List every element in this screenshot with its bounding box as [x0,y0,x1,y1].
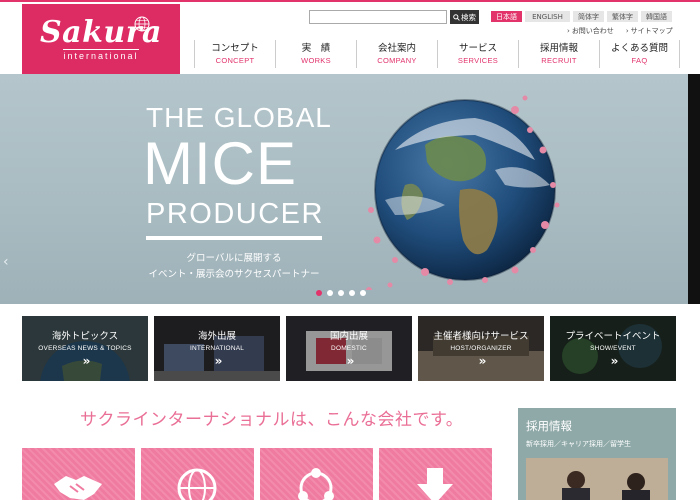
feature-card-cycle[interactable] [260,448,373,500]
double-chevron-right-icon: » [478,354,487,369]
tile-label-jp: 国内出展 [329,331,368,342]
slider-pagination [316,290,366,296]
globe-network-icon [177,468,217,500]
nav-label-en: SERVICES [457,56,499,66]
lang-japanese[interactable]: 日本語 [491,11,522,22]
tile-label-en: INTERNATIONAL [189,345,245,353]
hero-tagline-2: イベント・展示会のサクセスパートナー [148,269,320,280]
hero-tagline-1: グローバルに展開する [186,253,282,264]
double-chevron-right-icon: » [82,354,91,369]
nav-services[interactable]: サービス SERVICES [437,40,518,68]
nav-recruit[interactable]: 採用情報 RECRUIT [518,40,599,68]
nav-faq[interactable]: よくある質問 FAQ [599,40,680,68]
search-bar: 検索 [309,10,479,24]
lang-korean[interactable]: 韓国語 [641,11,672,22]
recruit-photo [526,458,668,500]
feature-cards [22,448,492,500]
feature-card-download[interactable] [379,448,492,500]
nav-company[interactable]: 会社案内 COMPANY [356,40,437,68]
tile-domestic[interactable]: 国内出展 DOMESTIC » [286,316,412,381]
nav-label-jp: 採用情報 [539,42,578,54]
search-button-label: 検索 [461,12,476,22]
slider-dot[interactable] [349,290,355,296]
search-icon [453,13,460,21]
lang-traditional-chinese[interactable]: 繁体字 [607,11,638,22]
nav-concept[interactable]: コンセプト CONCEPT [194,40,275,68]
nav-label-en: RECRUIT [541,56,577,66]
tile-international[interactable]: 海外出展 INTERNATIONAL » [154,316,280,381]
nav-label-en: FAQ [631,56,648,66]
tile-label-jp: 海外トピックス [51,331,119,342]
category-tiles: 海外トピックス OVERSEAS NEWS & TOPICS » 海外出展 IN… [22,316,676,381]
hero-headline-line3: PRODUCER [146,198,324,230]
recruit-subtitle: 新卒採用／キャリア採用／留学生 [526,440,631,448]
hero-headline-line1: THE GLOBAL [146,102,332,133]
double-chevron-right-icon: » [610,354,619,369]
contact-link-label: お問い合わせ [571,27,614,35]
utility-links: › お問い合わせ › サイトマップ [567,26,673,36]
slider-dot[interactable] [316,290,322,296]
double-chevron-right-icon: » [214,354,223,369]
arrow-down-icon [417,468,453,500]
tile-overseas-news[interactable]: 海外トピックス OVERSEAS NEWS & TOPICS » [22,316,148,381]
logo-subtitle: international [63,48,139,61]
nav-label-jp: サービス [458,42,497,54]
lang-english[interactable]: ENGLISH [525,11,570,22]
language-switcher: 日本語 ENGLISH 简体字 繁体字 韓国語 [491,11,672,22]
slider-dot[interactable] [338,290,344,296]
slider-dot[interactable] [360,290,366,296]
nav-label-jp: コンセプト [211,42,259,54]
recruit-banner[interactable]: 採用情報 新卒採用／キャリア採用／留学生 [518,408,676,500]
hero-slider: THE GLOBAL MICE PRODUCER グローバルに展開する イベント… [0,74,700,304]
hero-edge-shade [688,74,700,304]
sitemap-link[interactable]: › サイトマップ [626,26,673,36]
lang-simplified-chinese[interactable]: 简体字 [573,11,604,22]
chevron-right-icon: › [567,27,570,35]
nav-works[interactable]: 実 績 WORKS [275,40,356,68]
contact-link[interactable]: › お問い合わせ [567,26,614,36]
tile-label-jp: 主催者様向けサービス [433,331,529,342]
main-nav: コンセプト CONCEPT 実 績 WORKS 会社案内 COMPANY サービ… [194,40,680,68]
tile-host-organizer[interactable]: 主催者様向けサービス HOST/ORGANIZER » [418,316,544,381]
nav-label-en: CONCEPT [215,56,255,66]
intro-heading: サクラインターナショナルは、こんな会社です。 [80,410,464,430]
site-header: Sakura international 検索 日本語 ENGLISH 简体字 … [0,0,700,74]
slider-dot[interactable] [327,290,333,296]
nav-label-en: COMPANY [377,56,417,66]
site-logo[interactable]: Sakura international [22,4,180,74]
nav-label-en: WORKS [301,56,331,66]
search-button[interactable]: 検索 [450,10,479,24]
tile-show-event[interactable]: プライベートイベント SHOW/EVENT » [550,316,676,381]
tile-label-en: HOST/ORGANIZER [450,345,512,353]
cycle-icon [298,468,334,500]
earth-globe-image [366,95,560,290]
feature-card-global[interactable] [141,448,254,500]
nav-label-jp: 会社案内 [377,42,416,54]
feature-card-partnership[interactable] [22,448,135,500]
tile-label-jp: 海外出展 [197,331,236,342]
globe-icon [134,16,150,32]
chevron-right-icon: › [625,27,629,35]
tile-label-en: OVERSEAS NEWS & TOPICS [38,345,132,353]
hero-divider [146,236,322,240]
tile-label-en: DOMESTIC [331,345,367,353]
tile-label-en: SHOW/EVENT [590,345,636,353]
recruit-title: 採用情報 [526,419,572,433]
tile-label-jp: プライベートイベント [565,331,661,342]
nav-label-jp: よくある質問 [610,42,668,54]
sitemap-link-label: サイトマップ [630,27,673,35]
hero-headline-line2: MICE [143,130,297,197]
handshake-icon [54,476,102,500]
hero-prev-arrow[interactable]: ‹ [3,254,9,270]
nav-label-jp: 実 績 [301,42,331,54]
double-chevron-right-icon: » [346,354,355,369]
search-input[interactable] [309,10,447,24]
